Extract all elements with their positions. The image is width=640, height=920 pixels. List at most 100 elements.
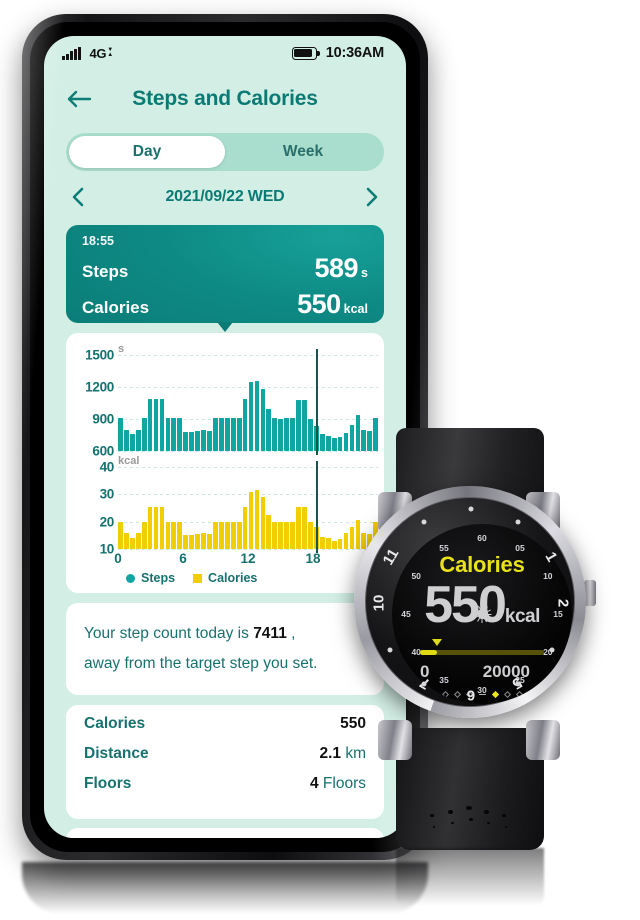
- watch-metric-unit: kcal: [504, 606, 540, 627]
- bar: [189, 431, 194, 451]
- chevron-left-icon[interactable]: [66, 185, 90, 209]
- bezel-marker-dot: [387, 647, 393, 653]
- tooltip-calories-label: Calories: [82, 298, 150, 317]
- bar: [141, 521, 147, 549]
- page-dot[interactable]: [539, 690, 547, 699]
- steps-axis-unit: s: [118, 343, 125, 355]
- app-bar: Steps and Calories: [44, 70, 406, 128]
- bar: [129, 433, 135, 451]
- legend-item-calories: Calories: [193, 571, 257, 585]
- message-line-two: away from the target step you set.: [84, 655, 318, 672]
- bar: [213, 521, 218, 549]
- page-dot[interactable]: [478, 693, 486, 696]
- tooltip-steps-unit: s: [361, 266, 368, 280]
- bar: [207, 533, 212, 549]
- summary-tooltip-card: 18:55 Steps 589 s Calories 550 kcal: [66, 225, 384, 332]
- bar: [177, 417, 183, 451]
- page-dot[interactable]: [441, 690, 449, 699]
- bar: [165, 417, 171, 451]
- bezel-marker-dot: [468, 506, 474, 512]
- phone-reflection: [22, 862, 428, 914]
- watch-progress-bar: 0 20000: [420, 639, 544, 681]
- period-segmented-control: Day Week: [66, 133, 384, 171]
- bar: [290, 417, 295, 451]
- page-dot[interactable]: [527, 690, 535, 699]
- bar: [242, 506, 248, 549]
- message-suffix: ,: [286, 625, 296, 642]
- calories-y-axis: 10 20 30 40: [72, 460, 118, 557]
- stat-key: Distance: [84, 745, 149, 762]
- bar: [189, 535, 194, 549]
- bar: [147, 398, 153, 451]
- bar: [159, 506, 165, 549]
- tooltip-calories-row: Calories 550 kcal: [82, 289, 368, 320]
- bar: [254, 490, 260, 549]
- bar: [308, 521, 313, 549]
- bar: [195, 533, 200, 549]
- progress-marker-icon: [432, 639, 443, 646]
- bar: [201, 429, 206, 451]
- page-dot[interactable]: [503, 690, 511, 699]
- page-dot[interactable]: [491, 690, 499, 699]
- bar: [153, 506, 159, 549]
- bar: [159, 398, 165, 451]
- tooltip-time: 18:55: [82, 234, 114, 248]
- tooltip-steps-row: Steps 589 s: [82, 253, 368, 284]
- bar: [224, 417, 230, 451]
- bar: [302, 506, 307, 549]
- watch-metric-value-row: 550kcal: [392, 576, 572, 646]
- bar: [308, 419, 313, 451]
- message-step-count: 7411: [253, 625, 287, 642]
- bar: [296, 399, 301, 451]
- page-dot[interactable]: [429, 690, 437, 699]
- bezel-marker-dot: [421, 519, 427, 525]
- bar: [284, 418, 289, 451]
- y-axis-tick-label: 20: [99, 514, 115, 530]
- bar: [147, 506, 153, 549]
- y-axis-tick-label: 1200: [85, 379, 114, 395]
- tooltip-calories-unit: kcal: [343, 302, 368, 316]
- watch-lug: [378, 720, 412, 760]
- watch-rotating-bezel[interactable]: 60 05 10 15 20 25 30 35 40 45 50 55 Calories 550kca…: [365, 497, 575, 707]
- watch-page-indicator: [392, 690, 572, 699]
- bar: [296, 506, 301, 549]
- legend-steps-marker-icon: [126, 573, 135, 583]
- x-axis-tick-label: 0: [114, 551, 122, 566]
- bar: [218, 521, 224, 549]
- network-label: 4G: [89, 45, 107, 61]
- bar: [242, 398, 248, 451]
- bar: [272, 521, 278, 549]
- bar: [171, 521, 177, 549]
- progress-max-label: 20000: [482, 662, 530, 681]
- bar: [213, 417, 218, 451]
- network-type-indicator: 4G ▼ ▲: [90, 47, 114, 60]
- bar: [183, 431, 189, 451]
- message-prefix: Your step count today is: [84, 625, 254, 642]
- legend-calories-marker-icon: [193, 573, 203, 583]
- stat-key: Calories: [84, 715, 146, 732]
- tab-week[interactable]: Week: [225, 136, 381, 168]
- tab-day[interactable]: Day: [69, 136, 225, 168]
- bar: [207, 430, 212, 451]
- y-axis-tick-label: 900: [92, 411, 114, 427]
- watch-strap-perforations: [420, 800, 520, 834]
- y-axis-tick-label: 30: [99, 486, 115, 502]
- stat-key: Floors: [84, 775, 132, 792]
- watch-lug: [526, 720, 560, 760]
- signal-bars-icon: [62, 46, 81, 60]
- data-arrows-icon: ▼ ▲: [107, 46, 114, 58]
- bar: [272, 418, 278, 451]
- bar: [135, 429, 141, 451]
- bar: [177, 521, 183, 549]
- status-bar: 4G ▼ ▲ 10:36AM: [44, 36, 406, 70]
- progress-track: [420, 650, 544, 655]
- page-dot[interactable]: [453, 690, 461, 699]
- legend-item-steps: Steps: [126, 571, 175, 585]
- bar: [248, 381, 254, 451]
- bar: [236, 521, 242, 549]
- watch-reflection: [396, 848, 544, 906]
- bezel-marker-dot: [515, 681, 521, 687]
- chevron-right-icon[interactable]: [360, 185, 384, 209]
- bar: [302, 399, 307, 451]
- battery-full-icon: [291, 46, 320, 60]
